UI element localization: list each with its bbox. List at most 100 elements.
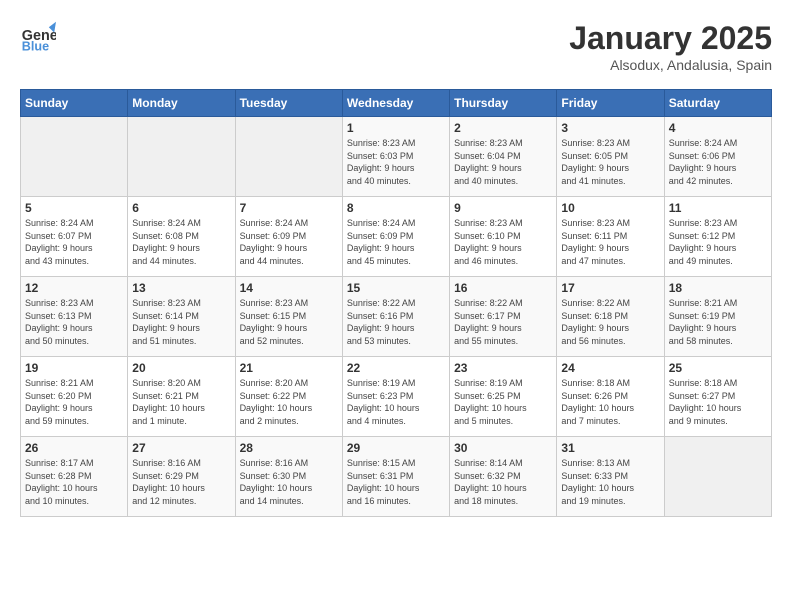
table-row: 30 Sunrise: 8:14 AM Sunset: 6:32 PM Dayli… bbox=[450, 437, 557, 517]
table-row: 12 Sunrise: 8:23 AM Sunset: 6:13 PM Dayli… bbox=[21, 277, 128, 357]
table-row: 23 Sunrise: 8:19 AM Sunset: 6:25 PM Dayli… bbox=[450, 357, 557, 437]
day-info: Sunrise: 8:19 AM Sunset: 6:25 PM Dayligh… bbox=[454, 377, 552, 427]
table-row: 10 Sunrise: 8:23 AM Sunset: 6:11 PM Dayli… bbox=[557, 197, 664, 277]
calendar-title: January 2025 bbox=[569, 20, 772, 57]
table-row: 18 Sunrise: 8:21 AM Sunset: 6:19 PM Dayli… bbox=[664, 277, 771, 357]
table-row: 28Sunrise: 8:16 AM Sunset: 6:30 PM Dayli… bbox=[235, 437, 342, 517]
table-row: 25Sunrise: 8:18 AM Sunset: 6:27 PM Dayli… bbox=[664, 357, 771, 437]
day-info: Sunrise: 8:23 AM Sunset: 6:14 PM Dayligh… bbox=[132, 297, 230, 347]
day-number: 25 bbox=[669, 361, 767, 375]
table-row: 11 Sunrise: 8:23 AM Sunset: 6:12 PM Dayli… bbox=[664, 197, 771, 277]
table-row: 14 Sunrise: 8:23 AM Sunset: 6:15 PM Dayli… bbox=[235, 277, 342, 357]
table-row: 16Sunrise: 8:22 AM Sunset: 6:17 PM Dayli… bbox=[450, 277, 557, 357]
header: General Blue January 2025 Alsodux, Andal… bbox=[20, 20, 772, 73]
day-number: 23 bbox=[454, 361, 552, 375]
day-number: 5 bbox=[25, 201, 123, 215]
day-info: Sunrise: 8:23 AM Sunset: 6:11 PM Dayligh… bbox=[561, 217, 659, 267]
table-row: 8 Sunrise: 8:24 AM Sunset: 6:09 PM Daylig… bbox=[342, 197, 449, 277]
day-number: 14 bbox=[240, 281, 338, 295]
day-info: Sunrise: 8:23 AM Sunset: 6:12 PM Dayligh… bbox=[669, 217, 767, 267]
day-info: Sunrise: 8:23 AM Sunset: 6:03 PM Dayligh… bbox=[347, 137, 445, 187]
table-row: 20Sunrise: 8:20 AM Sunset: 6:21 PM Dayli… bbox=[128, 357, 235, 437]
header-saturday: Saturday bbox=[664, 90, 771, 117]
day-number: 8 bbox=[347, 201, 445, 215]
day-number: 7 bbox=[240, 201, 338, 215]
day-number: 29 bbox=[347, 441, 445, 455]
day-number: 4 bbox=[669, 121, 767, 135]
day-info: Sunrise: 8:23 AM Sunset: 6:13 PM Dayligh… bbox=[25, 297, 123, 347]
day-number: 30 bbox=[454, 441, 552, 455]
day-info: Sunrise: 8:21 AM Sunset: 6:20 PM Dayligh… bbox=[25, 377, 123, 427]
day-number: 11 bbox=[669, 201, 767, 215]
day-info: Sunrise: 8:22 AM Sunset: 6:16 PM Dayligh… bbox=[347, 297, 445, 347]
header-monday: Monday bbox=[128, 90, 235, 117]
day-info: Sunrise: 8:13 AM Sunset: 6:33 PM Dayligh… bbox=[561, 457, 659, 507]
day-info: Sunrise: 8:14 AM Sunset: 6:32 PM Dayligh… bbox=[454, 457, 552, 507]
table-row: 31 Sunrise: 8:13 AM Sunset: 6:33 PM Dayli… bbox=[557, 437, 664, 517]
calendar-week-row: 1 Sunrise: 8:23 AM Sunset: 6:03 PM Daylig… bbox=[21, 117, 772, 197]
day-number: 2 bbox=[454, 121, 552, 135]
day-number: 9 bbox=[454, 201, 552, 215]
table-row bbox=[21, 117, 128, 197]
day-info: Sunrise: 8:23 AM Sunset: 6:04 PM Dayligh… bbox=[454, 137, 552, 187]
day-number: 31 bbox=[561, 441, 659, 455]
table-row: 26Sunrise: 8:17 AM Sunset: 6:28 PM Dayli… bbox=[21, 437, 128, 517]
day-info: Sunrise: 8:16 AM Sunset: 6:29 PM Dayligh… bbox=[132, 457, 230, 507]
day-number: 19 bbox=[25, 361, 123, 375]
table-row: 17 Sunrise: 8:22 AM Sunset: 6:18 PM Dayli… bbox=[557, 277, 664, 357]
day-info: Sunrise: 8:18 AM Sunset: 6:26 PM Dayligh… bbox=[561, 377, 659, 427]
table-row: 24 Sunrise: 8:18 AM Sunset: 6:26 PM Dayli… bbox=[557, 357, 664, 437]
table-row: 21Sunrise: 8:20 AM Sunset: 6:22 PM Dayli… bbox=[235, 357, 342, 437]
table-row: 2 Sunrise: 8:23 AM Sunset: 6:04 PM Daylig… bbox=[450, 117, 557, 197]
day-number: 22 bbox=[347, 361, 445, 375]
day-info: Sunrise: 8:24 AM Sunset: 6:09 PM Dayligh… bbox=[240, 217, 338, 267]
day-number: 13 bbox=[132, 281, 230, 295]
table-row: 27 Sunrise: 8:16 AM Sunset: 6:29 PM Dayli… bbox=[128, 437, 235, 517]
table-row bbox=[128, 117, 235, 197]
table-row: 29 Sunrise: 8:15 AM Sunset: 6:31 PM Dayli… bbox=[342, 437, 449, 517]
table-row: 15Sunrise: 8:22 AM Sunset: 6:16 PM Dayli… bbox=[342, 277, 449, 357]
day-number: 20 bbox=[132, 361, 230, 375]
calendar-week-row: 12 Sunrise: 8:23 AM Sunset: 6:13 PM Dayli… bbox=[21, 277, 772, 357]
table-row: 19 Sunrise: 8:21 AM Sunset: 6:20 PM Dayli… bbox=[21, 357, 128, 437]
header-tuesday: Tuesday bbox=[235, 90, 342, 117]
day-info: Sunrise: 8:15 AM Sunset: 6:31 PM Dayligh… bbox=[347, 457, 445, 507]
table-row: 4Sunrise: 8:24 AM Sunset: 6:06 PM Daylig… bbox=[664, 117, 771, 197]
day-info: Sunrise: 8:22 AM Sunset: 6:18 PM Dayligh… bbox=[561, 297, 659, 347]
day-number: 10 bbox=[561, 201, 659, 215]
table-row: 5 Sunrise: 8:24 AM Sunset: 6:07 PM Daylig… bbox=[21, 197, 128, 277]
calendar-table: Sunday Monday Tuesday Wednesday Thursday… bbox=[20, 89, 772, 517]
day-info: Sunrise: 8:23 AM Sunset: 6:10 PM Dayligh… bbox=[454, 217, 552, 267]
calendar-week-row: 5 Sunrise: 8:24 AM Sunset: 6:07 PM Daylig… bbox=[21, 197, 772, 277]
day-number: 16 bbox=[454, 281, 552, 295]
calendar-week-row: 26Sunrise: 8:17 AM Sunset: 6:28 PM Dayli… bbox=[21, 437, 772, 517]
day-number: 6 bbox=[132, 201, 230, 215]
logo-icon: General Blue bbox=[20, 20, 56, 56]
table-row: 1 Sunrise: 8:23 AM Sunset: 6:03 PM Daylig… bbox=[342, 117, 449, 197]
day-number: 1 bbox=[347, 121, 445, 135]
title-area: January 2025 Alsodux, Andalusia, Spain bbox=[569, 20, 772, 73]
day-info: Sunrise: 8:24 AM Sunset: 6:07 PM Dayligh… bbox=[25, 217, 123, 267]
day-info: Sunrise: 8:21 AM Sunset: 6:19 PM Dayligh… bbox=[669, 297, 767, 347]
calendar-week-row: 19 Sunrise: 8:21 AM Sunset: 6:20 PM Dayli… bbox=[21, 357, 772, 437]
day-number: 24 bbox=[561, 361, 659, 375]
day-info: Sunrise: 8:23 AM Sunset: 6:15 PM Dayligh… bbox=[240, 297, 338, 347]
svg-text:Blue: Blue bbox=[22, 40, 49, 54]
header-sunday: Sunday bbox=[21, 90, 128, 117]
day-number: 18 bbox=[669, 281, 767, 295]
table-row bbox=[235, 117, 342, 197]
header-friday: Friday bbox=[557, 90, 664, 117]
day-info: Sunrise: 8:24 AM Sunset: 6:08 PM Dayligh… bbox=[132, 217, 230, 267]
day-number: 26 bbox=[25, 441, 123, 455]
table-row: 9 Sunrise: 8:23 AM Sunset: 6:10 PM Daylig… bbox=[450, 197, 557, 277]
day-number: 21 bbox=[240, 361, 338, 375]
logo: General Blue bbox=[20, 20, 56, 56]
day-info: Sunrise: 8:19 AM Sunset: 6:23 PM Dayligh… bbox=[347, 377, 445, 427]
table-row: 3Sunrise: 8:23 AM Sunset: 6:05 PM Daylig… bbox=[557, 117, 664, 197]
day-number: 27 bbox=[132, 441, 230, 455]
day-number: 17 bbox=[561, 281, 659, 295]
day-number: 12 bbox=[25, 281, 123, 295]
calendar-subtitle: Alsodux, Andalusia, Spain bbox=[569, 57, 772, 73]
day-info: Sunrise: 8:24 AM Sunset: 6:09 PM Dayligh… bbox=[347, 217, 445, 267]
table-row bbox=[664, 437, 771, 517]
